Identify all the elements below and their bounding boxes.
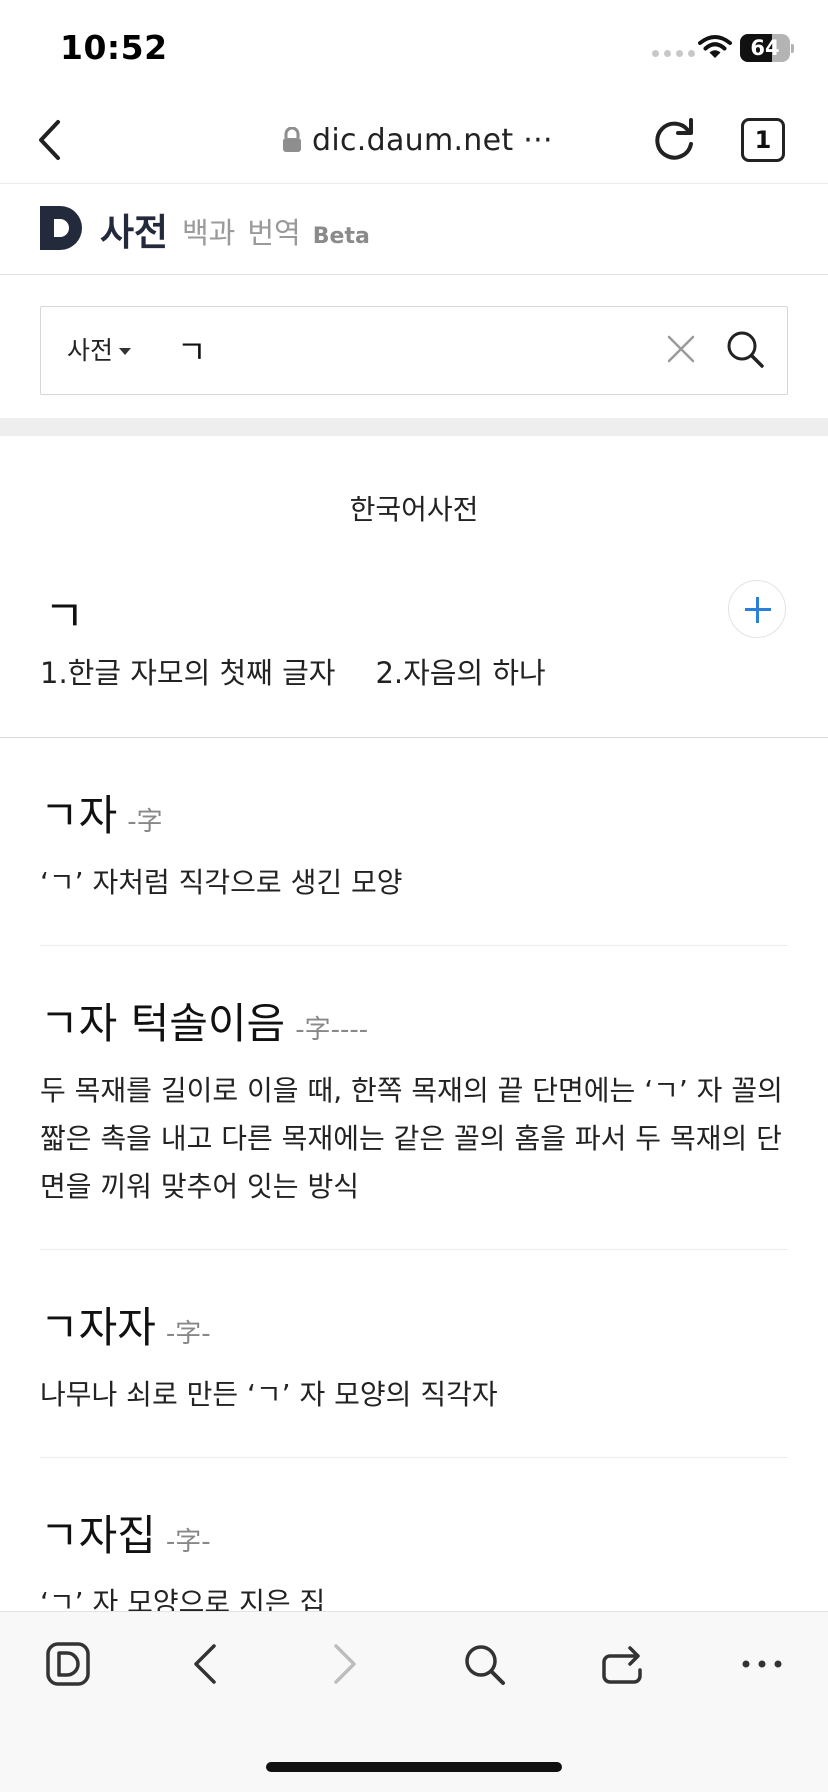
clear-icon[interactable] [665, 333, 697, 365]
result-hanja: -字- [165, 1319, 211, 1349]
back-icon[interactable] [190, 1642, 220, 1686]
home-indicator [266, 1762, 562, 1772]
result-word[interactable]: ㄱ자집 [40, 1502, 156, 1563]
cellular-signal-icon [652, 50, 695, 57]
caret-down-icon [119, 347, 132, 355]
search-icon[interactable] [462, 1642, 506, 1686]
result-word[interactable]: ㄱ자 [40, 782, 117, 843]
battery-icon: 64 [740, 34, 794, 62]
daum-d-logo-icon[interactable] [40, 206, 84, 250]
tab-count-button[interactable]: 1 [741, 118, 785, 162]
add-to-wordbook-button[interactable] [728, 580, 786, 638]
nav-encyclopedia[interactable]: 백과 [182, 210, 235, 252]
result-hanja: -字- [165, 1527, 211, 1557]
beta-badge: Beta [312, 224, 370, 249]
main-entry-word[interactable]: ㄱ [44, 580, 84, 644]
section-title-wrap: 한국어사전 [0, 488, 828, 528]
site-nav: 백과 번역 Beta [182, 210, 370, 252]
result-list: ㄱ자 -字 ‘ㄱ’ 자처럼 직각으로 생긴 모양 ㄱ자 턱솔이음 -字---- … [40, 738, 788, 1665]
dictionary-logo-text[interactable]: 사전 [100, 202, 168, 256]
site-header: 사전 백과 번역 Beta [0, 184, 828, 275]
section-title[interactable]: 한국어사전 [337, 488, 491, 528]
search-icon[interactable] [725, 329, 765, 369]
back-chevron-icon[interactable] [36, 118, 62, 162]
result-word[interactable]: ㄱ자 턱솔이음 [40, 990, 285, 1051]
address-field[interactable]: dic.daum.net ··· [282, 118, 553, 162]
list-item[interactable]: ㄱ자 턱솔이음 -字---- 두 목재를 길이로 이을 때, 한쪽 목재의 끝 … [40, 946, 788, 1250]
result-hanja: -字 [127, 807, 163, 837]
wifi-icon [698, 35, 732, 58]
result-definition: 나무나 쇠로 만든 ‘ㄱ’ 자 모양의 직각자 [40, 1378, 498, 1411]
search-input[interactable] [177, 327, 657, 373]
main-entry-senses: 1.한글 자모의 첫째 글자 2.자음의 하나 [40, 650, 546, 692]
more-icon[interactable] [740, 1642, 784, 1686]
result-hanja: -字---- [295, 1015, 369, 1045]
browser-address-bar: dic.daum.net ··· 1 [0, 96, 828, 184]
search-category-dropdown[interactable]: 사전 [67, 331, 132, 367]
daum-home-icon[interactable] [46, 1642, 90, 1686]
share-icon[interactable] [600, 1642, 644, 1686]
status-bar: 10:52 64 [0, 0, 828, 96]
url-text: dic.daum.net ··· [312, 122, 553, 158]
result-word[interactable]: ㄱ자자 [40, 1294, 156, 1355]
list-item[interactable]: ㄱ자 -字 ‘ㄱ’ 자처럼 직각으로 생긴 모양 [40, 738, 788, 946]
lock-icon [283, 127, 301, 152]
battery-level: 64 [750, 36, 780, 60]
result-definition: 두 목재를 길이로 이을 때, 한쪽 목재의 끝 단면에는 ‘ㄱ’ 자 꼴의 짧… [40, 1074, 783, 1203]
list-item[interactable]: ㄱ자자 -字- 나무나 쇠로 만든 ‘ㄱ’ 자 모양의 직각자 [40, 1250, 788, 1458]
search-category-label: 사전 [67, 336, 114, 365]
search-box: 사전 [40, 306, 788, 395]
result-definition: ‘ㄱ’ 자처럼 직각으로 생긴 모양 [40, 866, 403, 899]
forward-icon[interactable] [330, 1642, 360, 1686]
sense-item: 1.한글 자모의 첫째 글자 [40, 656, 336, 690]
reload-icon[interactable] [652, 116, 696, 162]
status-time: 10:52 [60, 28, 168, 67]
sense-item: 2.자음의 하나 [375, 656, 546, 690]
section-divider [0, 418, 828, 436]
main-entry: ㄱ 1.한글 자모의 첫째 글자 2.자음의 하나 [0, 560, 828, 738]
nav-translate[interactable]: 번역 [247, 210, 300, 252]
